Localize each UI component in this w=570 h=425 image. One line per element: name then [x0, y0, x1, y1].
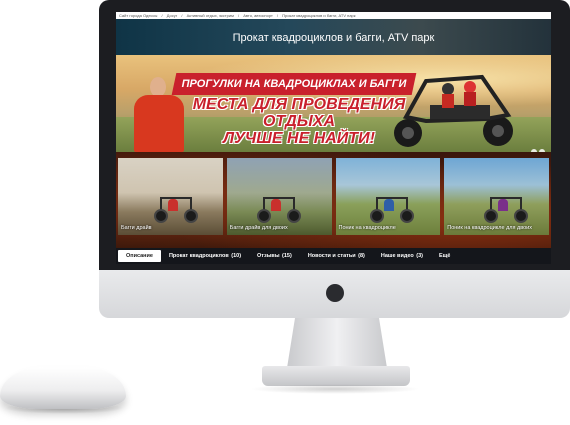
- breadcrumb-separator: /: [181, 13, 183, 18]
- breadcrumb: Сайт города Одессы / Досуг / Активный от…: [116, 12, 551, 19]
- monitor-logo-button: [326, 284, 344, 302]
- breadcrumb-item-auto[interactable]: Авто, автоспорт: [243, 13, 273, 18]
- content-tabs: Описание Прокат квадроциклов (10) Отзывы…: [116, 248, 551, 264]
- thumbnail-card[interactable]: Багги драйв для двоих: [226, 158, 332, 235]
- tab-quad-rental[interactable]: Прокат квадроциклов (10): [161, 250, 249, 262]
- breadcrumb-separator: /: [237, 13, 240, 18]
- hero-headline-line1: МЕСТА ДЛЯ ПРОВЕДЕНИЯ ОТДЫХА: [192, 96, 406, 130]
- tab-description[interactable]: Описание: [118, 250, 161, 262]
- breadcrumb-separator: /: [276, 13, 279, 18]
- monitor-stand-foot: [262, 366, 410, 386]
- screen: Сайт города Одессы / Досуг / Активный от…: [116, 12, 551, 264]
- thumbnail-card[interactable]: Поник на квадроцикле: [335, 158, 441, 235]
- hero-banner-headline: МЕСТА ДЛЯ ПРОВЕДЕНИЯ ОТДЫХА ЛУЧШЕ НЕ НАЙ…: [164, 96, 434, 147]
- breadcrumb-separator: /: [161, 13, 163, 18]
- thumbnail-card[interactable]: Багги драйв: [118, 158, 223, 235]
- hero-banner-tagline: ПРОГУЛКИ НА КВАДРОЦИКЛАХ И БАГГИ: [171, 73, 417, 95]
- thumbnail-caption: Багги драйв: [121, 225, 152, 231]
- tab-reviews[interactable]: Отзывы (15): [249, 250, 300, 262]
- mouse-device: [0, 367, 126, 409]
- tab-video[interactable]: Наше видео (3): [373, 250, 431, 262]
- stand-shadow: [250, 384, 420, 394]
- thumbnail-caption: Поник на квадроцикле для двоих: [447, 225, 532, 231]
- thumbnail-gallery: Багги драйв Багги драйв для двоих Поник …: [118, 158, 549, 235]
- thumbnail-caption: Поник на квадроцикле: [338, 225, 396, 231]
- breadcrumb-item-leisure[interactable]: Досуг: [167, 13, 177, 18]
- page-title: Прокат квадроциклов и багги, ATV парк: [232, 32, 435, 44]
- thumbnail-caption: Багги драйв для двоих: [229, 225, 288, 231]
- title-banner: Прокат квадроциклов и багги, ATV парк: [116, 19, 551, 55]
- thumbnail-card[interactable]: Поник на квадроцикле для двоих: [444, 158, 549, 235]
- breadcrumb-item-current: Прокат квадроциклов и багги, ATV парк: [282, 13, 356, 18]
- monitor-stand-neck: [287, 318, 387, 368]
- tab-more[interactable]: Ещё: [431, 250, 458, 262]
- tab-news[interactable]: Новости и статьи (8): [300, 250, 373, 262]
- hero-headline-line2: ЛУЧШЕ НЕ НАЙТИ!: [223, 130, 375, 147]
- breadcrumb-item-home[interactable]: Сайт города Одессы: [119, 13, 157, 18]
- breadcrumb-item-active-rest[interactable]: Активный отдых, экстрим: [187, 13, 234, 18]
- hero-slider[interactable]: ПРОГУЛКИ НА КВАДРОЦИКЛАХ И БАГГИ МЕСТА Д…: [116, 55, 551, 155]
